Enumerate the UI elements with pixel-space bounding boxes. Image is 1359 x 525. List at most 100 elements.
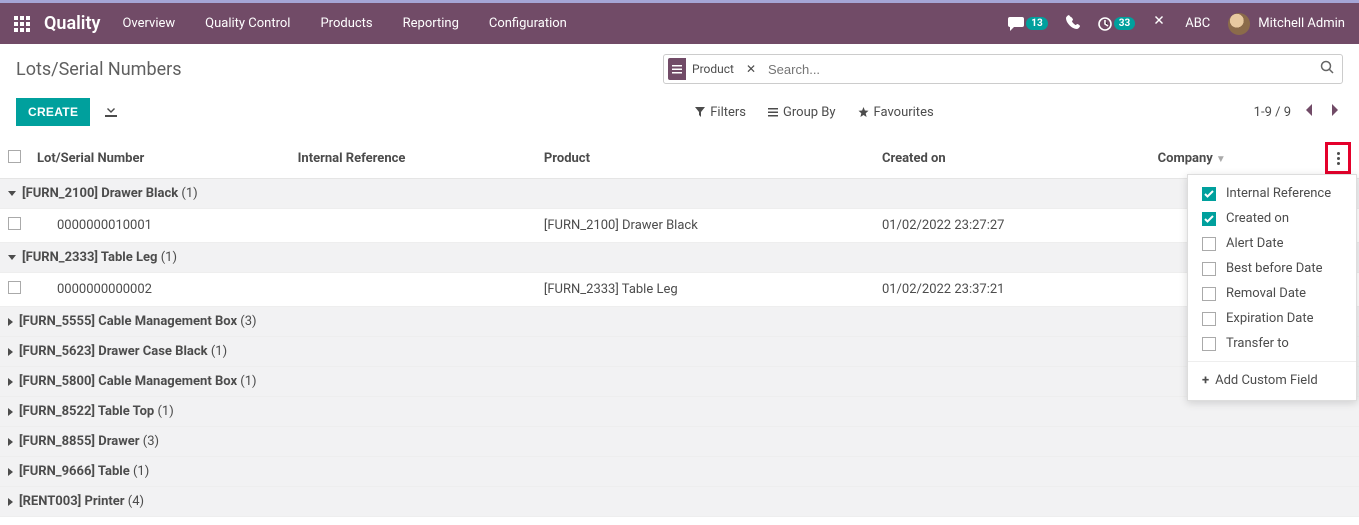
caret-down-icon xyxy=(8,255,16,260)
messaging-badge: 13 xyxy=(1026,17,1047,30)
column-toggle-item[interactable]: Transfer to xyxy=(1188,331,1356,356)
group-row[interactable]: [FURN_8855] Drawer (3) xyxy=(0,427,1359,457)
column-toggle-label: Best before Date xyxy=(1226,261,1322,276)
cell-created: 01/02/2022 23:37:21 xyxy=(874,273,1150,307)
user-name: Mitchell Admin xyxy=(1258,16,1345,31)
cell-ref xyxy=(290,273,536,307)
user-menu[interactable]: Mitchell Admin xyxy=(1228,13,1345,35)
group-count: (3) xyxy=(240,314,256,329)
cell-lot: 0000000010001 xyxy=(29,209,290,243)
checkbox-checked-icon xyxy=(1202,187,1216,201)
group-count: (1) xyxy=(181,186,197,201)
column-toggle-item[interactable]: Best before Date xyxy=(1188,256,1356,281)
group-label: [FURN_2100] Drawer Black xyxy=(22,186,181,201)
group-label: [FURN_9666] Table xyxy=(19,464,133,479)
pager-value[interactable]: 1-9 / 9 xyxy=(1254,105,1291,120)
optional-columns-dropdown: Internal Reference Created onAlert Date Be… xyxy=(1187,174,1357,401)
company-switcher[interactable]: ABC xyxy=(1185,16,1210,31)
groupby-button[interactable]: Group By xyxy=(768,105,836,120)
checkbox-icon xyxy=(1202,237,1216,251)
group-count: (4) xyxy=(128,494,144,509)
column-toggle-item[interactable]: Alert Date xyxy=(1188,231,1356,256)
menu-quality-control[interactable]: Quality Control xyxy=(205,16,290,31)
pager-next-icon[interactable] xyxy=(1327,100,1343,124)
table-row[interactable]: 0000000010001[FURN_2100] Drawer Black01/… xyxy=(0,209,1359,243)
menu-reporting[interactable]: Reporting xyxy=(403,16,459,31)
checkbox-icon xyxy=(1202,262,1216,276)
activities-badge: 33 xyxy=(1114,17,1135,30)
group-count: (1) xyxy=(240,374,256,389)
groupby-facet-icon xyxy=(668,58,686,80)
group-label: [FURN_2333] Table Leg xyxy=(22,250,161,265)
table-row[interactable]: 0000000000002[FURN_2333] Table Leg01/02/… xyxy=(0,273,1359,307)
select-all-checkbox[interactable] xyxy=(8,150,21,163)
optional-columns-button[interactable] xyxy=(1325,142,1351,174)
download-icon[interactable] xyxy=(104,103,118,121)
col-lot[interactable]: Lot/Serial Number xyxy=(29,138,290,179)
search-icon[interactable] xyxy=(1312,60,1342,78)
messaging-icon[interactable]: 13 xyxy=(1008,17,1047,31)
caret-right-icon xyxy=(8,498,13,506)
add-custom-field-button[interactable]: + Add Custom Field xyxy=(1188,367,1356,394)
cell-ref xyxy=(290,209,536,243)
group-row[interactable]: [FURN_8522] Table Top (1) xyxy=(0,397,1359,427)
group-label: [FURN_8855] Drawer xyxy=(19,434,143,449)
row-checkbox[interactable] xyxy=(8,217,21,230)
debug-icon[interactable] xyxy=(1153,15,1167,33)
group-label: [FURN_8522] Table Top xyxy=(19,404,157,419)
menu-configuration[interactable]: Configuration xyxy=(489,16,567,31)
cell-product: [FURN_2333] Table Leg xyxy=(536,273,874,307)
avatar xyxy=(1228,13,1250,35)
activities-icon[interactable]: 33 xyxy=(1098,17,1135,31)
pager-prev-icon[interactable] xyxy=(1301,100,1317,124)
topbar-right: 13 33 ABC Mitchell Admin xyxy=(1008,13,1345,35)
menu-overview[interactable]: Overview xyxy=(122,16,175,31)
row-checkbox[interactable] xyxy=(8,281,21,294)
group-row[interactable]: [FURN_5623] Drawer Case Black (1) xyxy=(0,337,1359,367)
search-bar[interactable]: Product ✕ xyxy=(663,54,1343,84)
column-toggle-label: Internal Reference xyxy=(1226,186,1331,201)
group-count: (1) xyxy=(133,464,149,479)
checkbox-checked-icon xyxy=(1202,212,1216,226)
caret-right-icon xyxy=(8,438,13,446)
checkbox-icon xyxy=(1202,287,1216,301)
create-button[interactable]: CREATE xyxy=(16,98,90,126)
column-toggle-item[interactable]: Internal Reference xyxy=(1188,181,1356,206)
group-row[interactable]: [FURN_2333] Table Leg (1) xyxy=(0,243,1359,273)
apps-icon[interactable] xyxy=(14,16,30,32)
column-toggle-item[interactable]: Created on xyxy=(1188,206,1356,231)
topbar: Quality Overview Quality Control Product… xyxy=(0,0,1359,44)
menu-products[interactable]: Products xyxy=(320,16,372,31)
column-toggle-item[interactable]: Removal Date xyxy=(1188,281,1356,306)
column-toggle-label: Expiration Date xyxy=(1226,311,1314,326)
col-created[interactable]: Created on xyxy=(874,138,1150,179)
group-row[interactable]: [RENT003] Printer (4) xyxy=(0,487,1359,517)
filters-button[interactable]: Filters xyxy=(695,105,746,120)
group-count: (1) xyxy=(157,404,173,419)
favourites-button[interactable]: Favourites xyxy=(858,105,934,120)
group-row[interactable]: [FURN_2100] Drawer Black (1) xyxy=(0,179,1359,209)
group-count: (1) xyxy=(161,250,177,265)
control-panel: Lots/Serial Numbers Product ✕ CREATE Fil… xyxy=(0,44,1359,128)
group-label: [RENT003] Printer xyxy=(19,494,128,509)
caret-right-icon xyxy=(8,408,13,416)
group-row[interactable]: [FURN_5800] Cable Management Box (1) xyxy=(0,367,1359,397)
group-row[interactable]: [FURN_5555] Cable Management Box (3) xyxy=(0,307,1359,337)
cell-created: 01/02/2022 23:27:27 xyxy=(874,209,1150,243)
group-count: (1) xyxy=(211,344,227,359)
search-facet-product: Product ✕ xyxy=(668,58,762,80)
col-ref[interactable]: Internal Reference xyxy=(290,138,536,179)
column-toggle-item[interactable]: Expiration Date xyxy=(1188,306,1356,331)
main-menu: Overview Quality Control Products Report… xyxy=(122,16,566,31)
group-row[interactable]: [FURN_9666] Table (1) xyxy=(0,457,1359,487)
facet-remove-icon[interactable]: ✕ xyxy=(740,62,762,76)
col-company[interactable]: Company▼ xyxy=(1150,138,1317,179)
phone-icon[interactable] xyxy=(1066,15,1080,33)
caret-down-icon xyxy=(8,191,16,196)
col-product[interactable]: Product xyxy=(536,138,874,179)
caret-right-icon xyxy=(8,318,13,326)
app-name[interactable]: Quality xyxy=(44,13,100,34)
page-title: Lots/Serial Numbers xyxy=(16,59,182,80)
search-input[interactable] xyxy=(762,62,1312,77)
caret-right-icon xyxy=(8,378,13,386)
